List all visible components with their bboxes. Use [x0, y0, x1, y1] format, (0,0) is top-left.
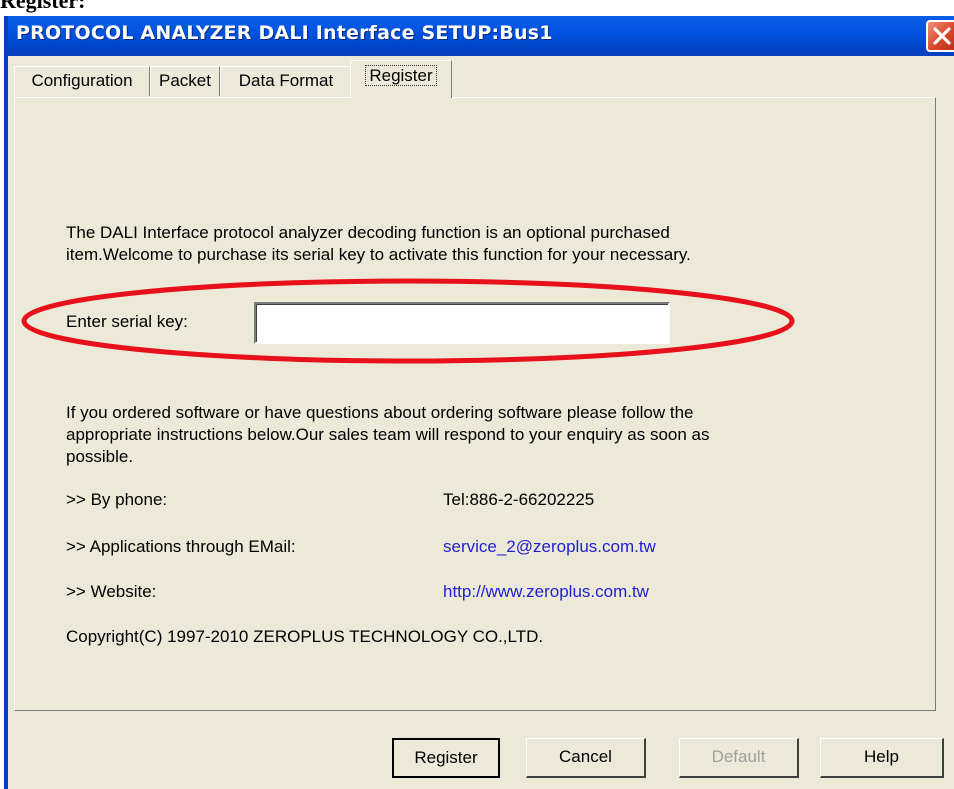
website-link[interactable]: http://www.zeroplus.com.tw	[443, 581, 649, 603]
cancel-button[interactable]: Cancel	[526, 738, 646, 778]
serial-key-label: Enter serial key:	[66, 312, 188, 331]
window-title: PROTOCOL ANALYZER DALI Interface SETUP:B…	[16, 22, 553, 44]
close-icon	[933, 27, 951, 45]
serial-key-input[interactable]	[254, 302, 670, 344]
phone-label: >> By phone:	[66, 490, 168, 509]
tab-packet-label: Packet	[159, 71, 211, 90]
title-bar[interactable]: PROTOCOL ANALYZER DALI Interface SETUP:B…	[8, 16, 954, 56]
info-text-line1: If you ordered software or have question…	[66, 403, 694, 422]
phone-value: Tel:886-2-66202225	[443, 490, 595, 509]
tab-configuration-label: Configuration	[31, 71, 133, 90]
intro-text-line1: The DALI Interface protocol analyzer dec…	[66, 223, 670, 242]
tab-data-format-label: Data Format	[238, 71, 334, 90]
tab-register-label: Register	[365, 65, 437, 86]
copyright-text: Copyright(C) 1997-2010 ZEROPLUS TECHNOLO…	[66, 627, 544, 646]
help-button[interactable]: Help	[820, 738, 944, 778]
tab-packet[interactable]: Packet	[150, 66, 220, 96]
website-label: >> Website:	[66, 582, 157, 601]
info-text-line2: appropriate instructions below.Our sales…	[66, 425, 710, 444]
tab-register[interactable]: Register	[350, 60, 452, 98]
email-label: >> Applications through EMail:	[66, 537, 296, 556]
document-heading: Register:	[0, 0, 86, 13]
info-text-line3: possible.	[66, 447, 134, 466]
register-button[interactable]: Register	[392, 738, 500, 778]
intro-text-line2: item.Welcome to purchase its serial key …	[66, 245, 691, 264]
default-button: Default	[679, 738, 799, 778]
close-button[interactable]	[926, 20, 954, 52]
email-link[interactable]: service_2@zeroplus.com.tw	[443, 536, 656, 558]
tab-data-format[interactable]: Data Format	[220, 66, 352, 96]
tab-configuration[interactable]: Configuration	[14, 66, 150, 96]
